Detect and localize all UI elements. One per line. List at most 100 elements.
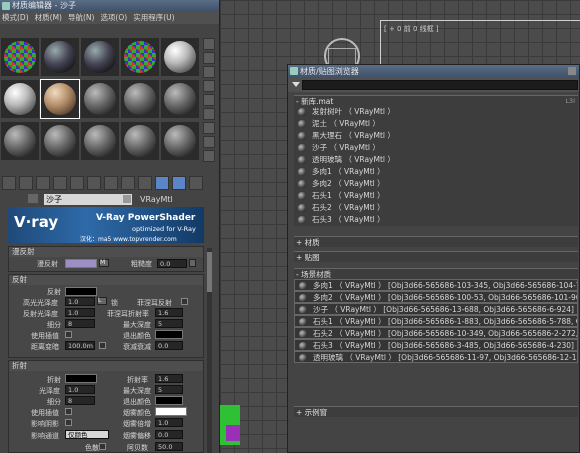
affect-channels-select[interactable]: 仅颜色: [65, 430, 109, 439]
navigator-icon[interactable]: [203, 150, 215, 162]
refl-max-depth-spinner[interactable]: 5: [155, 319, 183, 328]
show-end-result-icon[interactable]: [155, 176, 169, 190]
refr-gloss-spinner[interactable]: 1.0: [65, 385, 95, 394]
go-forward-sibling-icon[interactable]: [189, 176, 203, 190]
library-item[interactable]: 石头2 （ VRayMtl ）: [294, 202, 578, 214]
menu-options[interactable]: 选项(O): [100, 12, 127, 24]
sample-type-icon[interactable]: [203, 38, 215, 50]
material-slot[interactable]: [81, 122, 119, 160]
make-unique-icon[interactable]: [87, 176, 101, 190]
make-copy-icon[interactable]: [70, 176, 84, 190]
refr-subdivs-spinner[interactable]: 8: [65, 396, 95, 405]
dist-dim-spinner[interactable]: 100.0m: [65, 341, 95, 350]
material-slot[interactable]: [161, 38, 199, 76]
reflection-header[interactable]: 反射: [9, 275, 203, 285]
menu-mode[interactable]: 模式(D): [2, 12, 29, 24]
menu-utilities[interactable]: 实用程序(U): [133, 12, 174, 24]
scene-item[interactable]: 透明玻璃 （ VRayMtl ） [Obj3d66-565686-11-97, …: [294, 351, 578, 363]
fresnel-ior-spinner[interactable]: 1.6: [155, 308, 183, 317]
menu-material[interactable]: 材质(M): [35, 12, 62, 24]
library-item[interactable]: 透明玻璃 （ VRayMtl ）: [294, 154, 578, 166]
material-type-button[interactable]: VRayMtl: [140, 195, 173, 204]
backlight-icon[interactable]: [203, 52, 215, 64]
lock-button[interactable]: L: [97, 297, 107, 305]
get-material-icon[interactable]: [2, 176, 16, 190]
diffuse-color-swatch[interactable]: [65, 259, 97, 268]
library-item[interactable]: 泥土 （ VRayMtl ）: [294, 118, 578, 130]
library-item[interactable]: 多肉1 （ VRayMtl ）: [294, 166, 578, 178]
material-slot[interactable]: [41, 38, 79, 76]
editor-scrollbar[interactable]: [207, 248, 212, 453]
material-slot[interactable]: [1, 122, 39, 160]
roughness-map-button[interactable]: [189, 259, 196, 267]
search-input[interactable]: [302, 80, 578, 90]
material-id-icon[interactable]: [121, 176, 135, 190]
maps-header[interactable]: + 贴图: [294, 251, 578, 262]
library-item[interactable]: 多肉2 （ VRayMtl ）: [294, 178, 578, 190]
affect-shadows-checkbox[interactable]: [65, 419, 72, 426]
diffuse-header[interactable]: 漫反射: [9, 247, 203, 257]
material-slot[interactable]: [1, 38, 39, 76]
material-slot[interactable]: [161, 80, 199, 118]
refr-exit-color-swatch[interactable]: [155, 396, 183, 405]
dispersion-checkbox[interactable]: [99, 443, 106, 450]
reflect-color-swatch[interactable]: [65, 287, 97, 296]
roughness-spinner[interactable]: 0.0: [157, 259, 187, 268]
fog-color-swatch[interactable]: [155, 407, 187, 416]
material-editor-titlebar[interactable]: 材质编辑器 - 沙子: [0, 0, 219, 12]
menu-navigation[interactable]: 导航(N): [68, 12, 94, 24]
refr-max-depth-spinner[interactable]: 5: [155, 385, 183, 394]
close-icon[interactable]: [568, 67, 576, 75]
refract-color-swatch[interactable]: [65, 374, 97, 383]
fog-mult-spinner[interactable]: 1.0: [155, 418, 183, 427]
diffuse-map-button[interactable]: M: [99, 259, 109, 267]
scene-header[interactable]: - 场景材质: [294, 268, 578, 279]
material-slot[interactable]: [161, 122, 199, 160]
fresnel-checkbox[interactable]: [181, 298, 188, 305]
material-slot[interactable]: [81, 38, 119, 76]
browser-options-icon[interactable]: [292, 82, 300, 87]
viewport-pot[interactable]: [226, 425, 240, 441]
material-slot[interactable]: [41, 122, 79, 160]
material-slot[interactable]: [121, 122, 159, 160]
hilight-gloss-spinner[interactable]: 1.0: [65, 297, 95, 306]
refr-use-interp-checkbox[interactable]: [65, 408, 72, 415]
video-color-check-icon[interactable]: [203, 94, 215, 106]
scene-item[interactable]: 多肉1 （ VRayMtl ） [Obj3d66-565686-103-345,…: [294, 279, 578, 291]
samples-header[interactable]: + 示例窗: [294, 406, 578, 417]
scene-item[interactable]: 石头1 （ VRayMtl ） [Obj3d66-565686-1-883, O…: [294, 315, 578, 327]
uv-tiling-icon[interactable]: [203, 80, 215, 92]
refl-use-interp-checkbox[interactable]: [65, 331, 72, 338]
show-map-icon[interactable]: [138, 176, 152, 190]
scene-item[interactable]: 沙子 （ VRayMtl ） [Obj3d66-565686-13-688, O…: [294, 303, 578, 315]
refl-gloss-spinner[interactable]: 1.0: [65, 308, 95, 317]
material-slot[interactable]: [40, 79, 80, 119]
dist-dim-checkbox[interactable]: [99, 342, 106, 349]
fog-bias-spinner[interactable]: 0.0: [155, 430, 183, 439]
reset-map-icon[interactable]: [53, 176, 67, 190]
dim-falloff-spinner[interactable]: 0.0: [155, 341, 183, 350]
background-icon[interactable]: [203, 66, 215, 78]
refl-subdivs-spinner[interactable]: 8: [65, 319, 95, 328]
go-to-parent-icon[interactable]: [172, 176, 186, 190]
refraction-header[interactable]: 折射: [9, 361, 203, 371]
material-slot[interactable]: [121, 80, 159, 118]
ior-spinner[interactable]: 1.6: [155, 374, 183, 383]
abbe-spinner[interactable]: 50.0: [155, 442, 183, 451]
library-item[interactable]: 沙子 （ VRayMtl ）: [294, 142, 578, 154]
assign-to-selection-icon[interactable]: [36, 176, 50, 190]
make-preview-icon[interactable]: [203, 108, 215, 120]
material-slot[interactable]: [121, 38, 159, 76]
select-by-material-icon[interactable]: [203, 136, 215, 148]
library-item[interactable]: 石头3 （ VRayMtl ）: [294, 214, 578, 226]
refl-exit-color-swatch[interactable]: [155, 330, 183, 339]
scrollbar-thumb[interactable]: [207, 252, 212, 292]
library-item[interactable]: 黑大理石 （ VRayMtl ）: [294, 130, 578, 142]
library-header[interactable]: - 新库.mat L3I: [294, 95, 578, 106]
scene-item[interactable]: 多肉2 （ VRayMtl ） [Obj3d66-565686-100-53, …: [294, 291, 578, 303]
chevron-down-icon[interactable]: [123, 194, 131, 203]
materials-header[interactable]: + 材质: [294, 236, 578, 247]
scene-item[interactable]: 石头2 （ VRayMtl ） [Obj3d66-565686-10-349, …: [294, 327, 578, 339]
pick-material-icon[interactable]: [28, 194, 38, 203]
put-to-library-icon[interactable]: [104, 176, 118, 190]
